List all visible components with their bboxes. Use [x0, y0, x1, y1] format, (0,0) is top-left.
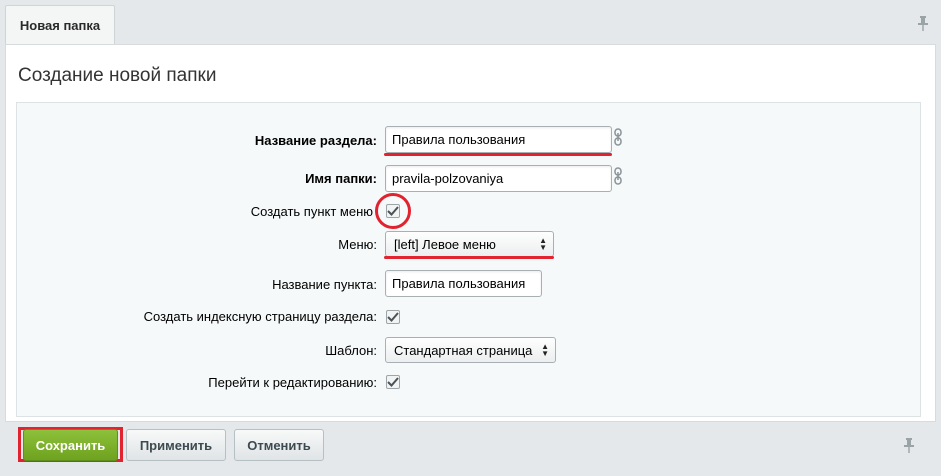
pin-icon[interactable] — [903, 437, 915, 453]
highlight-underline — [384, 153, 612, 156]
highlight-underline — [384, 256, 554, 259]
page-title: Создание новой папки — [18, 65, 217, 86]
checkmark-icon — [387, 312, 399, 322]
tab-bar: Новая папка — [0, 0, 941, 45]
apply-button[interactable]: Применить — [126, 429, 226, 461]
select-arrows-icon: ▲ ▼ — [539, 236, 547, 252]
pin-icon[interactable] — [917, 15, 929, 31]
create-menu-item-label: Создать пункт меню — [250, 204, 373, 219]
section-name-label: Название раздела: — [254, 133, 377, 148]
section-name-input[interactable]: Правила пользования — [385, 126, 612, 153]
create-index-label: Создать индексную страницу раздела: — [143, 309, 377, 324]
checkmark-icon — [387, 377, 399, 387]
link-icon[interactable] — [614, 128, 622, 146]
highlight-circle — [375, 193, 411, 229]
template-select-value: Стандартная страница — [394, 342, 533, 358]
folder-name-input[interactable]: pravila-polzovaniya — [385, 165, 612, 192]
menu-label: Меню: — [338, 237, 377, 252]
folder-name-label: Имя папки: — [305, 171, 377, 186]
menu-select[interactable]: [left] Левое меню ▲ ▼ — [385, 231, 554, 257]
template-label: Шаблон: — [325, 343, 377, 358]
go-edit-checkbox[interactable] — [386, 375, 400, 389]
item-name-label: Название пункта: — [272, 277, 377, 292]
create-index-checkbox[interactable] — [386, 310, 400, 324]
select-arrows-icon: ▲ ▼ — [541, 342, 549, 358]
link-icon[interactable] — [614, 167, 622, 185]
tab-new-folder[interactable]: Новая папка — [5, 5, 115, 45]
cancel-button[interactable]: Отменить — [234, 429, 324, 461]
template-select[interactable]: Стандартная страница ▲ ▼ — [385, 337, 556, 363]
go-edit-label: Перейти к редактированию: — [208, 375, 377, 390]
save-button[interactable]: Сохранить — [23, 429, 118, 461]
item-name-input[interactable]: Правила пользования — [385, 270, 542, 297]
menu-select-value: [left] Левое меню — [394, 236, 496, 252]
